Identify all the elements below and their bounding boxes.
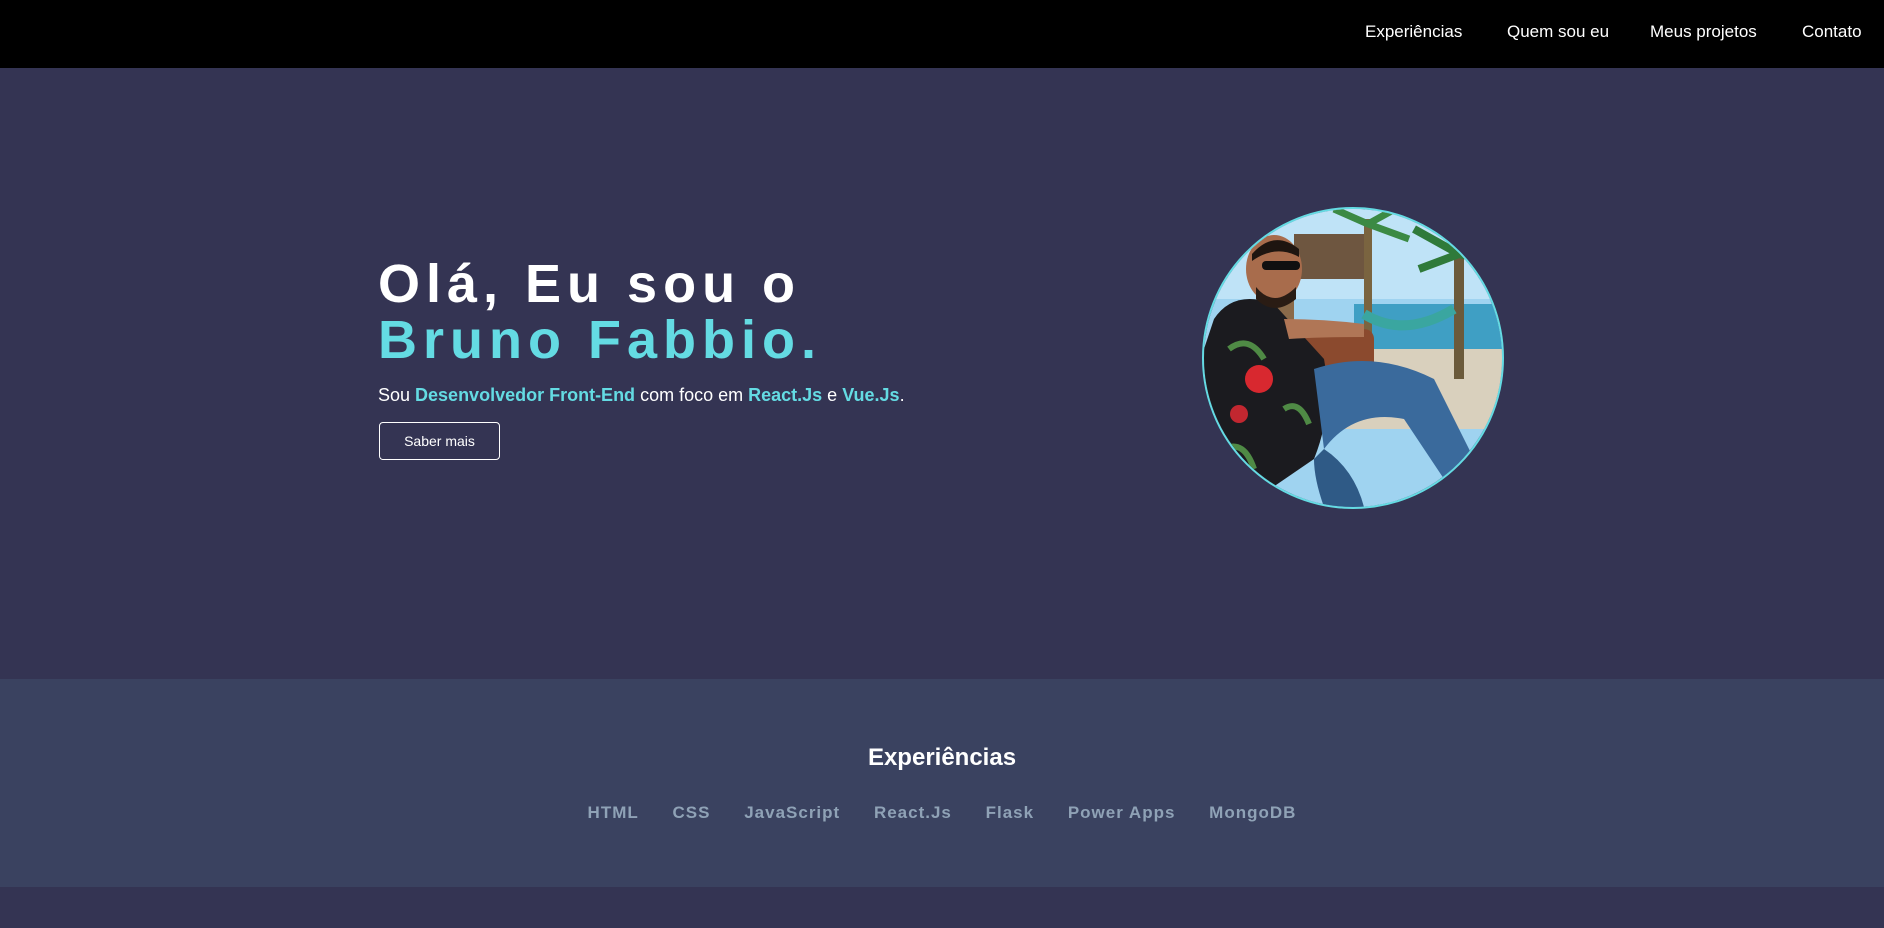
nav-link-meus-projetos[interactable]: Meus projetos — [1650, 22, 1757, 42]
subtitle-connector: e — [822, 385, 843, 405]
skill-item-reactjs: React.Js — [873, 803, 952, 822]
skill-item-html: HTML — [587, 803, 639, 822]
subtitle-suffix: . — [899, 385, 905, 405]
saber-mais-button[interactable]: Saber mais — [379, 422, 500, 460]
top-navigation: Experiências Quem sou eu Meus projetos C… — [0, 0, 1884, 68]
hero-subtitle: Sou Desenvolvedor Front-End com foco em … — [378, 384, 905, 406]
profile-photo — [1202, 207, 1504, 509]
skill-item-mongodb: MongoDB — [1209, 803, 1297, 822]
nav-link-quem-sou-eu[interactable]: Quem sou eu — [1507, 22, 1609, 42]
subtitle-prefix: Sou — [378, 385, 416, 405]
profile-photo-illustration — [1204, 209, 1502, 507]
skill-item-power-apps: Power Apps — [1067, 803, 1176, 822]
nav-link-contato[interactable]: Contato — [1802, 22, 1862, 42]
hero-name: Bruno Fabbio. — [378, 310, 822, 370]
hero-greeting: Olá, Eu sou o — [378, 254, 802, 314]
hero-title: Olá, Eu sou o Bruno Fabbio. — [378, 256, 822, 368]
subtitle-tech-vue: Vue.Js — [842, 385, 900, 405]
nav-link-experiencias[interactable]: Experiências — [1365, 22, 1462, 42]
skill-item-javascript: JavaScript — [744, 803, 841, 822]
next-section-edge — [0, 887, 1884, 928]
skill-item-css: CSS — [672, 803, 711, 822]
subtitle-middle: com foco em — [635, 385, 749, 405]
subtitle-role: Desenvolvedor Front-End — [415, 385, 636, 405]
subtitle-tech-react: React.Js — [748, 385, 823, 405]
experiences-title: Experiências — [867, 744, 1017, 771]
hero-section: Olá, Eu sou o Bruno Fabbio. Sou Desenvol… — [0, 68, 1884, 679]
skill-item-flask: Flask — [985, 803, 1035, 822]
experiences-section: Experiências HTML CSS JavaScript React.J… — [0, 679, 1884, 887]
skills-list: HTML CSS JavaScript React.Js Flask Power… — [0, 803, 1884, 823]
